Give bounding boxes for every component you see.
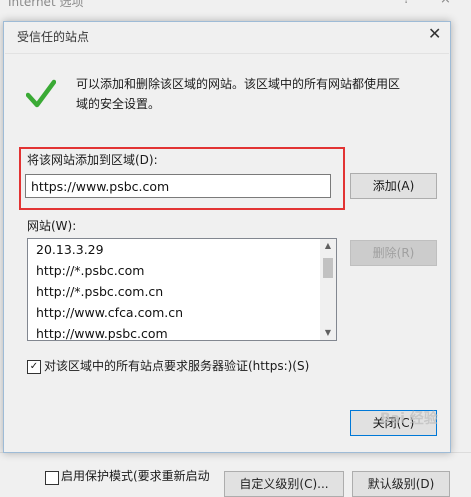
sites-list[interactable]: 20.13.3.29 http://*.psbc.com http://*.ps… xyxy=(27,238,337,341)
list-item[interactable]: http://*.psbc.com.cn xyxy=(28,281,320,302)
checkmark-icon xyxy=(26,79,56,108)
list-item[interactable]: http://*.psbc.com xyxy=(28,260,320,281)
require-https-checkbox[interactable]: ✓ xyxy=(27,360,41,374)
dialog-title: 受信任的站点 xyxy=(17,30,90,44)
scroll-thumb[interactable] xyxy=(323,258,333,278)
add-site-label: 将该网站添加到区域(D): xyxy=(27,153,158,167)
scroll-up-icon[interactable]: ▲ xyxy=(320,239,336,253)
list-item[interactable]: 20.13.3.29 xyxy=(28,239,320,260)
sites-label: 网站(W): xyxy=(27,219,77,233)
watermark: Bai 经验 xyxy=(380,411,438,427)
default-level-button[interactable]: 默认级别(D) xyxy=(352,471,450,497)
trusted-sites-dialog: 受信任的站点 ✕ 可以添加和删除该区域的网站。该区域中的所有网站都使用区域的安全… xyxy=(3,21,451,453)
parent-bottom-panel: 启用保护模式(要求重新启动 自定义级别(C)... 默认级别(D) xyxy=(0,452,471,497)
add-button[interactable]: 添加(A) xyxy=(350,173,437,199)
info-text: 可以添加和删除该区域的网站。该区域中的所有网站都使用区域的安全设置。 xyxy=(76,77,401,111)
parent-help-button[interactable]: ? xyxy=(403,0,410,7)
sites-scrollbar[interactable]: ▲ ▼ xyxy=(320,239,336,340)
dialog-body: 可以添加和删除该区域的网站。该区域中的所有网站都使用区域的安全设置。 将该网站添… xyxy=(5,53,449,452)
scroll-down-icon[interactable]: ▼ xyxy=(320,326,336,340)
protected-mode-label: 启用保护模式(要求重新启动 xyxy=(61,469,210,483)
parent-close-button[interactable]: × xyxy=(440,0,451,7)
require-https-label: 对该区域中的所有站点要求服务器验证(https:)(S) xyxy=(44,359,310,373)
custom-level-button[interactable]: 自定义级别(C)... xyxy=(224,471,344,497)
parent-window-title: Internet 选项 xyxy=(8,0,84,9)
list-item[interactable]: http://www.cfca.com.cn xyxy=(28,302,320,323)
list-item[interactable]: http://www.psbc.com xyxy=(28,323,320,340)
add-site-input[interactable] xyxy=(25,174,331,198)
dialog-close-icon[interactable]: ✕ xyxy=(428,24,441,43)
remove-button[interactable]: 删除(R) xyxy=(350,240,437,266)
protected-mode-checkbox[interactable] xyxy=(45,471,59,485)
